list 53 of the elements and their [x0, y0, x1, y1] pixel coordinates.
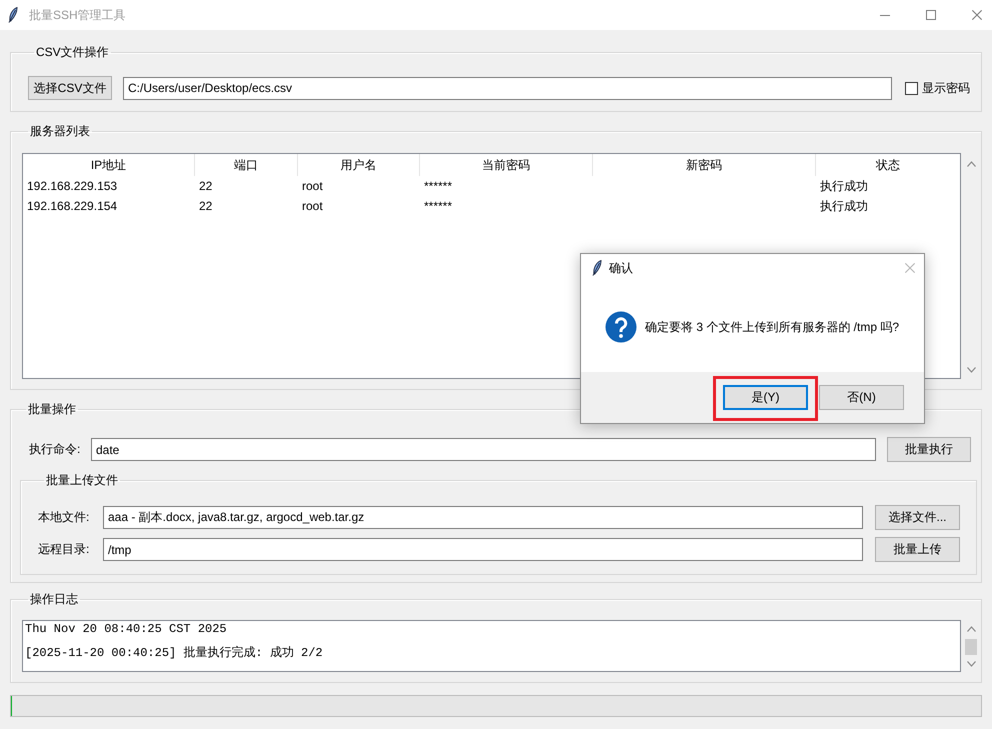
section-title: 批量操作 [27, 401, 77, 418]
column-header[interactable]: IP地址 [23, 154, 195, 176]
file-path-field[interactable]: C:/Users/user/Desktop/ecs.csv [123, 76, 892, 100]
table-cell: root [302, 179, 323, 193]
log-text-area[interactable]: Thu Nov 20 08:40:25 CST 2025 [2025-11-20 00:40:25] 批量执行完成: 成功 2/2 [22, 620, 961, 672]
column-header[interactable]: 新密码 [593, 154, 816, 176]
close-icon[interactable] [972, 10, 982, 20]
upload-button[interactable]: 批量上传 [875, 537, 960, 562]
section-title: 操作日志 [29, 591, 79, 608]
field-label: 远程目录: [38, 541, 90, 558]
close-icon[interactable] [905, 263, 915, 273]
table-cell: root [302, 199, 323, 213]
feather-icon [592, 260, 602, 276]
table-cell: 执行成功 [820, 198, 868, 214]
column-header[interactable]: 用户名 [298, 154, 420, 176]
column-header[interactable]: 当前密码 [420, 154, 593, 176]
execute-button[interactable]: 批量执行 [887, 437, 971, 462]
table-cell: 192.168.229.154 [27, 199, 118, 213]
dialog-title: 确认 [609, 260, 633, 276]
maximize-icon[interactable] [926, 10, 936, 20]
dialog-button[interactable]: 否(N) [819, 385, 904, 410]
window-title: 批量SSH管理工具 [29, 6, 126, 24]
command-field[interactable]: date [91, 438, 876, 461]
table-cell: 192.168.229.153 [27, 179, 118, 193]
section-title: CSV文件操作 [35, 44, 110, 61]
checkbox-label[interactable]: 显示密码 [922, 80, 970, 96]
section-title: 服务器列表 [29, 123, 91, 140]
table-cell: 22 [199, 179, 212, 193]
scroll-down-icon[interactable] [966, 367, 976, 373]
dialog-message: 确定要将 3 个文件上传到所有服务器的 /tmp 吗? [645, 318, 900, 336]
select-csv-button[interactable]: 选择CSV文件 [28, 76, 112, 100]
field-label: 执行命令: [29, 441, 82, 458]
question-icon [605, 311, 637, 343]
column-header[interactable]: 状态 [816, 154, 960, 176]
table-cell: ****** [424, 179, 452, 193]
log-line: Thu Nov 20 08:40:25 CST 2025 [25, 622, 227, 636]
field-label: 本地文件: [38, 509, 90, 526]
section-title: 批量上传文件 [45, 472, 119, 489]
scroll-up-icon[interactable] [966, 626, 976, 632]
checkbox[interactable] [905, 82, 918, 94]
column-header[interactable]: 端口 [195, 154, 298, 176]
dialog-button[interactable]: 是(Y) [723, 385, 808, 410]
scroll-down-icon[interactable] [966, 661, 976, 667]
remote-dir-field[interactable]: /tmp [103, 538, 863, 561]
choose-files-button[interactable]: 选择文件... [875, 505, 960, 530]
local-files-field[interactable]: aaa - 副本.docx, java8.tar.gz, argocd_web.tar.gz [103, 506, 863, 529]
feather-icon [8, 7, 18, 23]
table-cell: 执行成功 [820, 178, 868, 194]
scrollbar-thumb[interactable] [965, 639, 977, 655]
table-cell: ****** [424, 199, 452, 213]
table-cell: 22 [199, 199, 212, 213]
scroll-up-icon[interactable] [966, 161, 976, 167]
log-line: [2025-11-20 00:40:25] 批量执行完成: 成功 2/2 [25, 646, 323, 660]
